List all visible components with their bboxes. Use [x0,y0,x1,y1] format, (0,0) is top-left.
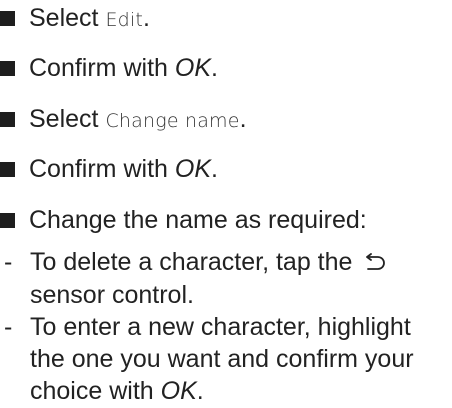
step-end: . [196,377,204,405]
step-end: . [211,155,218,183]
substep-text: To enter a new character, highlight the … [30,311,448,407]
step-end: . [239,105,247,133]
step-end: . [211,54,218,82]
bullet-square-icon [0,112,15,127]
step-text: Confirm with OK. [29,153,218,185]
step-verb: Select [29,105,99,133]
key-ok: OK [174,54,211,82]
key-ok: OK [160,377,197,405]
substep-text-after: sensor control. [30,281,194,310]
back-arrow-icon [363,247,387,279]
step-change-name: Change the name as required: [0,204,367,236]
substep-text-before: To enter a new character, highlight the … [30,313,414,405]
step-end: . [143,4,150,32]
screen-term-change-name: Change name [105,110,240,132]
bullet-square-icon [0,61,15,76]
step-text: Select Change name. [29,103,247,137]
substep-text: To delete a character, tap the sensor co… [30,246,448,311]
bullet-square-icon [0,11,15,26]
step-select-change-name: Select Change name. [0,103,247,137]
step-confirm-ok-1: Confirm with OK. [0,52,218,84]
step-confirm-ok-2: Confirm with OK. [0,153,218,185]
substep-text-before: To delete a character, tap the [30,248,353,276]
step-text: Select Edit. [29,2,150,36]
step-text: Confirm with OK. [29,52,218,84]
substep-enter-character: - To enter a new character, highlight th… [0,311,448,407]
step-select-edit: Select Edit. [0,2,150,36]
step-text: Change the name as required: [29,206,367,234]
substep-delete-character: - To delete a character, tap the sensor … [0,246,448,311]
step-verb: Confirm with [29,54,168,82]
dash-marker: - [4,248,13,276]
screen-term-edit: Edit [105,9,144,31]
dash-marker: - [4,313,13,341]
bullet-square-icon [0,162,15,177]
step-verb: Confirm with [29,155,168,183]
bullet-square-icon [0,213,15,228]
key-ok: OK [174,155,211,183]
instruction-page: Select Edit. Confirm with OK. Select Cha… [0,0,452,408]
step-verb: Select [29,4,99,32]
